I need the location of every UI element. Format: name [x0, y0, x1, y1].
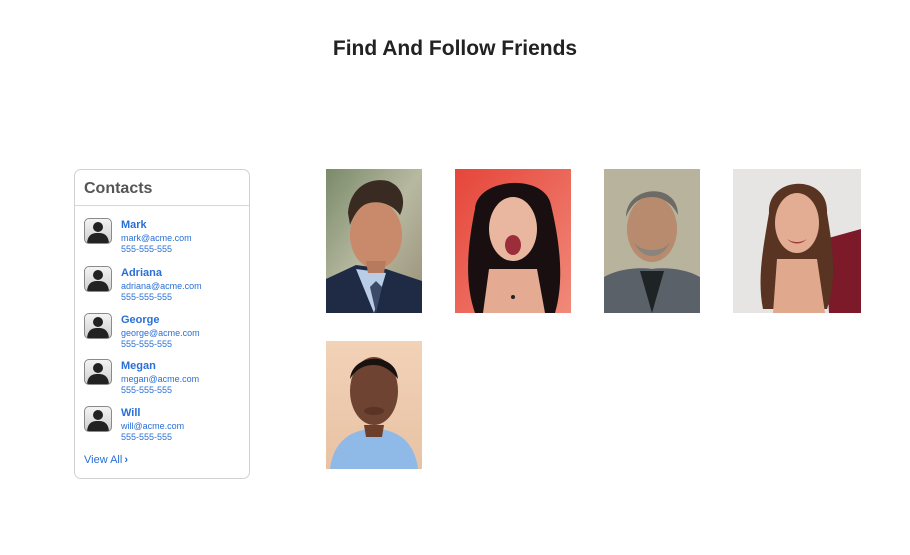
contact-item-adriana[interactable]: Adriana adriana@acme.com 555-555-555 [84, 266, 244, 306]
contact-item-megan[interactable]: Megan megan@acme.com 555-555-555 [84, 359, 244, 399]
person-silhouette-icon [84, 359, 112, 385]
contact-name: Adriana [121, 267, 162, 279]
friend-photo-megan[interactable] [733, 169, 861, 313]
contact-phone: 555-555-555 [121, 244, 173, 254]
friend-photo-mark[interactable] [326, 169, 422, 313]
contact-item-george[interactable]: George george@acme.com 555-555-555 [84, 313, 244, 353]
view-all-label: View All [84, 454, 123, 466]
find-friends-page: Find And Follow Friends Contacts Mark ma… [0, 0, 910, 555]
contact-email: megan@acme.com [121, 374, 200, 384]
contact-item-mark[interactable]: Mark mark@acme.com 555-555-555 [84, 218, 244, 258]
person-silhouette-icon [84, 406, 112, 432]
contact-name: Megan [121, 360, 156, 372]
contact-item-will[interactable]: Will will@acme.com 555-555-555 [84, 406, 244, 446]
friend-photo-will[interactable] [326, 341, 422, 469]
contact-phone: 555-555-555 [121, 385, 173, 395]
contact-name: Will [121, 407, 141, 419]
contact-email: will@acme.com [121, 421, 185, 431]
contact-name: George [121, 314, 160, 326]
contact-phone: 555-555-555 [121, 432, 173, 442]
contact-email: mark@acme.com [121, 233, 192, 243]
contact-name: Mark [121, 219, 147, 231]
friend-photo-adriana[interactable] [455, 169, 571, 313]
contact-phone: 555-555-555 [121, 292, 173, 302]
chevron-right-icon: › [124, 454, 128, 466]
person-silhouette-icon [84, 266, 112, 292]
person-silhouette-icon [84, 218, 112, 244]
friend-photo-george[interactable] [604, 169, 700, 313]
person-silhouette-icon [84, 313, 112, 339]
contact-email: george@acme.com [121, 328, 200, 338]
contact-email: adriana@acme.com [121, 281, 202, 291]
view-all-link[interactable]: View All › [84, 454, 128, 466]
contacts-header: Contacts [75, 170, 249, 206]
contacts-panel: Contacts Mark mark@acme.com 555-555-555 … [74, 169, 250, 479]
page-title: Find And Follow Friends [332, 37, 578, 60]
contact-phone: 555-555-555 [121, 339, 173, 349]
